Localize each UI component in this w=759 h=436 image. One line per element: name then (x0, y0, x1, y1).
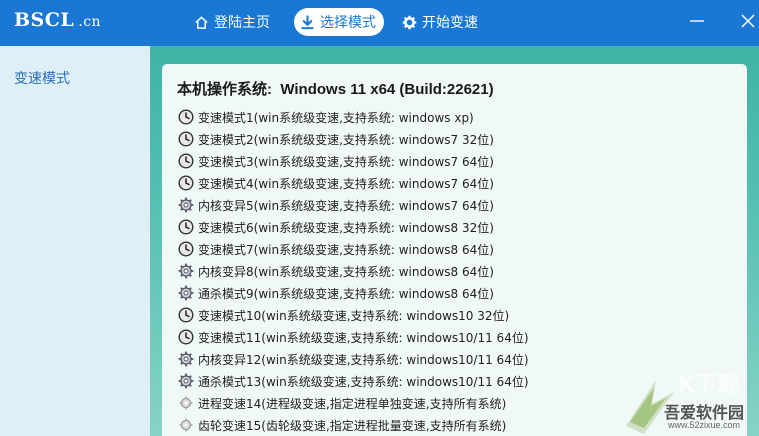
mode-label: 变速模式6(win系统级变速,支持系统: windows8 32位) (198, 220, 494, 235)
minimize-icon (690, 20, 704, 22)
nav-home-button[interactable]: 登陆主页 (194, 8, 270, 36)
svg-text:K下载: K下载 (678, 372, 739, 398)
mode-option-15[interactable]: 齿轮变速15(齿轮级变速,指定进程批量变速,支持所有系统) (178, 414, 529, 436)
mode-option-4[interactable]: 变速模式4(win系统级变速,支持系统: windows7 64位) (178, 172, 529, 194)
clock-icon (178, 307, 194, 323)
gear-icon (178, 351, 194, 367)
os-info: 本机操作系统: Windows 11 x64 (Build:22621) (177, 78, 494, 99)
mode-option-2[interactable]: 变速模式2(win系统级变速,支持系统: windows7 32位) (178, 128, 529, 150)
nav-select-label: 选择模式 (320, 14, 376, 30)
mode-option-14[interactable]: 进程变速14(进程级变速,指定进程单独变速,支持所有系统) (178, 392, 529, 414)
mode-label: 变速模式11(win系统级变速,支持系统: windows10/11 64位) (198, 330, 529, 345)
mode-label: 变速模式2(win系统级变速,支持系统: windows7 32位) (198, 132, 494, 147)
clock-icon (178, 329, 194, 345)
close-button[interactable] (737, 10, 759, 32)
minimize-button[interactable] (686, 10, 708, 32)
home-icon (195, 16, 208, 29)
mode-label: 齿轮变速15(齿轮级变速,指定进程批量变速,支持所有系统) (198, 418, 507, 433)
gear-icon (178, 285, 194, 301)
mode-label: 变速模式4(win系统级变速,支持系统: windows7 64位) (198, 176, 494, 191)
mode-option-7[interactable]: 变速模式7(win系统级变速,支持系统: windows8 64位) (178, 238, 529, 260)
mode-option-5[interactable]: 内核变异5(win系统级变速,支持系统: windows7 64位) (178, 194, 529, 216)
gear-icon (178, 263, 194, 279)
mode-option-12[interactable]: 内核变异12(win系统级变速,支持系统: windows10/11 64位) (178, 348, 529, 370)
mode-option-11[interactable]: 变速模式11(win系统级变速,支持系统: windows10/11 64位) (178, 326, 529, 348)
mode-label: 通杀模式13(win系统级变速,支持系统: windows10/11 64位) (198, 374, 529, 389)
brand-domain: .cn (78, 14, 102, 30)
clock-icon (178, 219, 194, 235)
gear-icon (178, 373, 194, 389)
mode-label: 变速模式1(win系统级变速,支持系统: windows xp) (198, 110, 474, 125)
nav-select-mode-button[interactable]: 选择模式 (294, 8, 384, 36)
os-label: 本机操作系统: (177, 81, 272, 98)
clock-icon (178, 241, 194, 257)
clock-icon (178, 131, 194, 147)
mode-option-10[interactable]: 变速模式10(win系统级变速,支持系统: windows10 32位) (178, 304, 529, 326)
app-logo: BSCL .cn (14, 9, 101, 31)
mode-option-3[interactable]: 变速模式3(win系统级变速,支持系统: windows7 64位) (178, 150, 529, 172)
nav-home-label: 登陆主页 (214, 14, 270, 30)
clock-icon (178, 109, 194, 125)
watermark-url: www.52zixue.com (668, 420, 741, 430)
mode-list: 变速模式1(win系统级变速,支持系统: windows xp) 变速模式2(wi… (178, 106, 529, 436)
mode-option-13[interactable]: 通杀模式13(win系统级变速,支持系统: windows10/11 64位) (178, 370, 529, 392)
os-value: Windows 11 x64 (Build:22621) (280, 81, 494, 98)
mode-label: 通杀模式9(win系统级变速,支持系统: windows8 64位) (198, 286, 494, 301)
gear-icon (178, 197, 194, 213)
mode-label: 进程变速14(进程级变速,指定进程单独变速,支持所有系统) (198, 396, 507, 411)
process-icon (179, 418, 193, 432)
gear-icon (402, 15, 417, 29)
download-icon (301, 14, 314, 29)
title-bar: BSCL .cn 登陆主页 选择模式 开始变速 (0, 0, 759, 46)
nav-start-speed-button[interactable]: 开始变速 (402, 8, 478, 36)
sidebar-item-speed-mode[interactable]: 变速模式 (14, 68, 70, 88)
mode-label: 变速模式7(win系统级变速,支持系统: windows8 64位) (198, 242, 494, 257)
process-icon (179, 396, 193, 410)
mode-label: 内核变异12(win系统级变速,支持系统: windows10/11 64位) (198, 352, 529, 367)
mode-option-6[interactable]: 变速模式6(win系统级变速,支持系统: windows8 32位) (178, 216, 529, 238)
sidebar: 变速模式 (0, 46, 150, 436)
mode-label: 变速模式10(win系统级变速,支持系统: windows10 32位) (198, 308, 510, 323)
mode-label: 内核变异8(win系统级变速,支持系统: windows8 64位) (198, 264, 494, 279)
brand-name: BSCL (14, 9, 75, 31)
mode-label: 内核变异5(win系统级变速,支持系统: windows7 64位) (198, 198, 494, 213)
clock-icon (178, 153, 194, 169)
mode-option-1[interactable]: 变速模式1(win系统级变速,支持系统: windows xp) (178, 106, 529, 128)
close-icon (741, 14, 755, 28)
mode-option-9[interactable]: 通杀模式9(win系统级变速,支持系统: windows8 64位) (178, 282, 529, 304)
mode-option-8[interactable]: 内核变异8(win系统级变速,支持系统: windows8 64位) (178, 260, 529, 282)
mode-label: 变速模式3(win系统级变速,支持系统: windows7 64位) (198, 154, 494, 169)
nav-start-label: 开始变速 (422, 14, 478, 30)
clock-icon (178, 175, 194, 191)
